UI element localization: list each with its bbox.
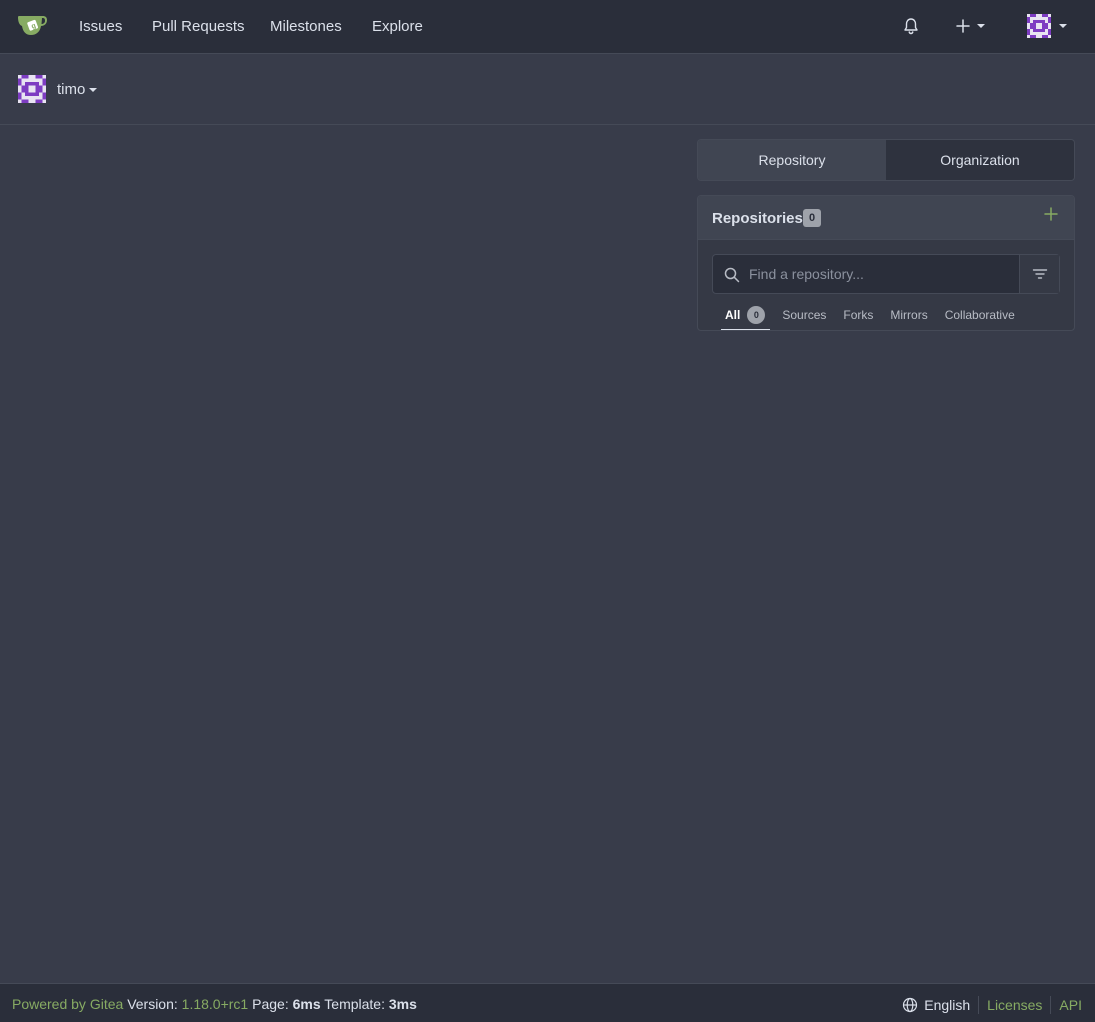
plus-icon <box>956 19 970 33</box>
tab-repository[interactable]: Repository <box>698 140 886 180</box>
top-navbar: g Issues Pull Requests Milestones Explor… <box>0 0 1095 54</box>
search-icon <box>724 267 740 283</box>
filter-icon <box>1032 269 1047 279</box>
repository-search <box>712 254 1060 294</box>
repository-filter-tabs: All 0 Sources Forks Mirrors Collaborativ… <box>720 298 1032 330</box>
tab-forks[interactable]: Forks <box>843 298 873 330</box>
template-time: 3ms <box>388 996 417 1012</box>
repo-org-switch: Repository Organization <box>697 139 1075 181</box>
footer-info: Powered by Gitea Version: 1.18.0+rc1 Pag… <box>12 996 417 1012</box>
user-menu[interactable] <box>1027 14 1067 38</box>
context-switcher[interactable]: timo <box>57 81 98 98</box>
template-label: Template: <box>324 996 385 1012</box>
nav-explore[interactable]: Explore <box>372 0 423 54</box>
tab-label: All <box>725 307 741 322</box>
chevron-down-icon <box>977 24 985 28</box>
language-selector[interactable]: English <box>924 997 970 1013</box>
gitea-logo-icon[interactable]: g <box>16 12 48 38</box>
licenses-link[interactable]: Licenses <box>987 997 1042 1013</box>
page-label: Page: <box>252 996 289 1012</box>
api-link[interactable]: API <box>1059 997 1082 1013</box>
divider <box>1050 996 1052 1014</box>
tab-mirrors[interactable]: Mirrors <box>890 298 927 330</box>
chevron-down-icon <box>89 87 98 92</box>
avatar <box>1027 14 1051 38</box>
dashboard-context-header: timo <box>0 55 1095 125</box>
repositories-title: Repositories <box>712 210 803 227</box>
search-input[interactable] <box>749 255 1017 293</box>
nav-milestones[interactable]: Milestones <box>270 0 342 54</box>
tab-all[interactable]: All 0 <box>720 298 771 330</box>
nav-issues[interactable]: Issues <box>79 0 122 54</box>
version-label: Version: <box>127 996 178 1012</box>
tab-collaborative[interactable]: Collaborative <box>945 298 1015 330</box>
page-time: 6ms <box>292 996 321 1012</box>
footer-links: English Licenses API <box>902 996 1082 1014</box>
filter-button[interactable] <box>1019 255 1059 293</box>
version-value: 1.18.0+rc1 <box>181 996 249 1012</box>
chevron-down-icon <box>1059 24 1067 28</box>
footer: Powered by Gitea Version: 1.18.0+rc1 Pag… <box>0 983 1095 1022</box>
repositories-header: Repositories 0 <box>698 196 1074 240</box>
create-new-menu[interactable] <box>955 17 985 35</box>
tab-count-badge: 0 <box>747 305 766 324</box>
repositories-panel: Repositories 0 All 0 Sources Forks Mirro… <box>697 195 1075 331</box>
context-user-name: timo <box>57 81 86 98</box>
globe-icon <box>903 997 918 1013</box>
repositories-count-badge: 0 <box>803 209 821 227</box>
avatar <box>18 75 46 103</box>
divider <box>978 996 980 1014</box>
nav-pull-requests[interactable]: Pull Requests <box>152 0 245 54</box>
bell-icon[interactable] <box>902 17 920 35</box>
powered-by-link[interactable]: Powered by Gitea <box>12 996 123 1012</box>
tab-organization[interactable]: Organization <box>886 140 1074 180</box>
plus-icon[interactable] <box>1044 207 1058 221</box>
tab-sources[interactable]: Sources <box>782 298 826 330</box>
